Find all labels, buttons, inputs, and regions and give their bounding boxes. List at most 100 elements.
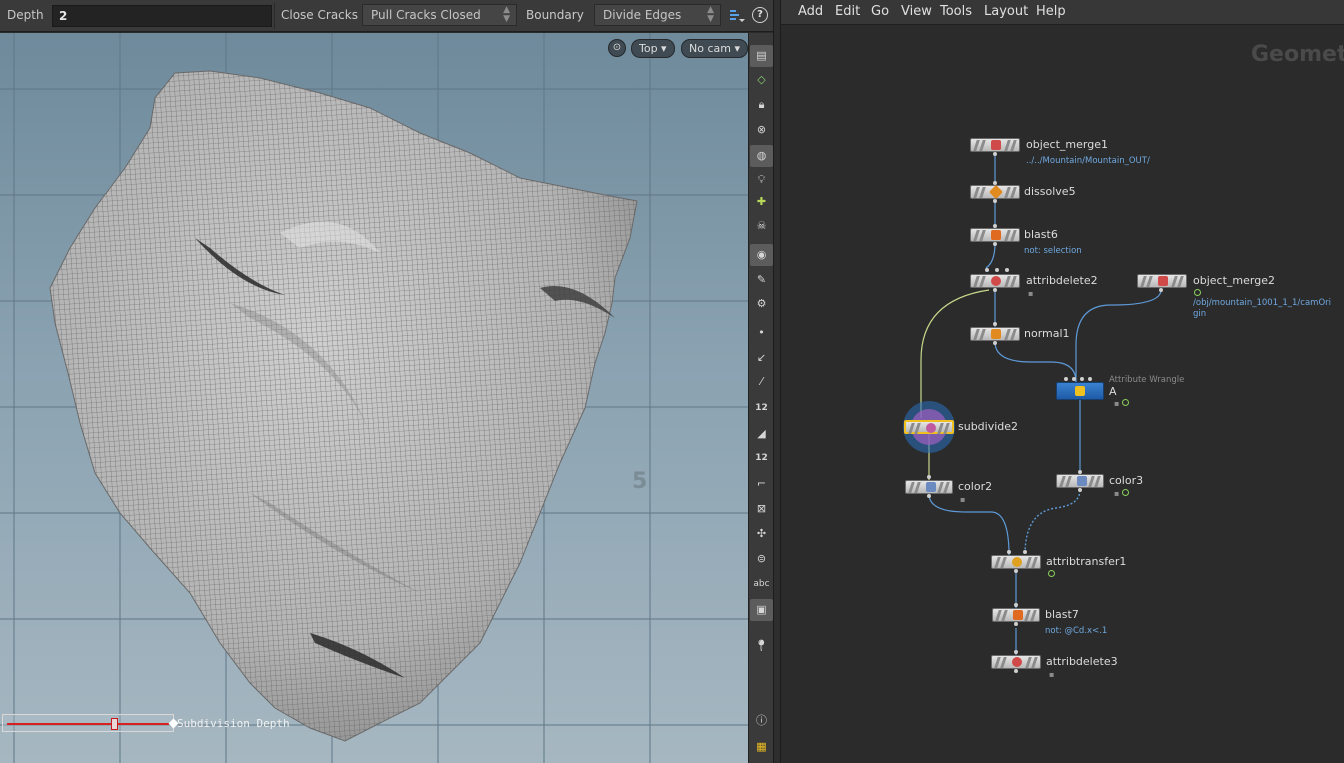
node-color2[interactable] <box>905 480 953 494</box>
pin-icon[interactable]: 📍︎ <box>750 635 773 657</box>
pick-icon[interactable]: ⁄ <box>750 371 773 393</box>
add-light-icon[interactable]: ✚ <box>750 191 773 213</box>
ghost-icon[interactable]: ◍ <box>750 145 773 167</box>
input-connector[interactable] <box>1014 603 1018 607</box>
angle-icon[interactable]: ⌐ <box>750 473 773 495</box>
wireframe-icon[interactable]: ◇ <box>750 69 773 91</box>
normal-icon[interactable]: ↙ <box>750 347 773 369</box>
paint-icon[interactable]: ◢ <box>750 423 773 445</box>
output-connector[interactable] <box>993 242 997 246</box>
lock-icon[interactable]: 🔒︎ <box>750 94 773 116</box>
slider-label: Subdivision Depth <box>177 717 290 730</box>
info-icon[interactable]: ⓘ <box>750 710 773 732</box>
input-connector[interactable] <box>1072 377 1076 381</box>
node-blast6[interactable] <box>970 228 1020 242</box>
sphere-icon[interactable]: ◉ <box>750 244 773 266</box>
input-connector[interactable] <box>1088 377 1092 381</box>
input-connector[interactable] <box>1080 377 1084 381</box>
node-name: object_merge1 <box>1026 138 1108 151</box>
input-connector[interactable] <box>985 268 989 272</box>
help-icon[interactable]: ? <box>752 7 768 23</box>
input-connector[interactable] <box>1023 550 1027 554</box>
object-merge-icon <box>1158 276 1168 286</box>
normal-icon <box>991 329 1001 339</box>
light-icon[interactable]: 💡︎ <box>750 169 773 191</box>
lock-flag-icon: ▪ <box>1114 399 1120 408</box>
subdivision-depth-slider[interactable] <box>2 714 179 732</box>
close-cracks-dropdown[interactable]: Pull Cracks Closed ▲ ▼ <box>362 4 517 26</box>
boundary-label: Boundary <box>526 8 584 22</box>
node-attribdelete2[interactable] <box>970 274 1020 288</box>
joint-icon[interactable]: ✣ <box>750 523 773 545</box>
node-name: blast6 <box>1024 228 1058 241</box>
camera-label: No cam <box>689 42 731 55</box>
node-color3[interactable] <box>1056 474 1104 488</box>
camera-icon[interactable]: ✎ <box>750 269 773 291</box>
close-cracks-value: Pull Cracks Closed <box>371 8 481 22</box>
input-connector[interactable] <box>1078 470 1082 474</box>
output-connector[interactable] <box>993 152 997 156</box>
output-connector[interactable] <box>993 288 997 292</box>
input-connector[interactable] <box>1014 650 1018 654</box>
input-connector[interactable] <box>927 475 931 479</box>
pane-splitter[interactable] <box>773 0 781 763</box>
node-comment: not: selection <box>1024 246 1082 256</box>
input-connector[interactable] <box>1064 377 1068 381</box>
object-merge-icon <box>991 140 1001 150</box>
output-connector[interactable] <box>1014 569 1018 573</box>
display-flag-icon <box>1122 399 1129 406</box>
lock-view-icon[interactable]: ⊙ <box>608 39 626 57</box>
display-flag-icon <box>1048 570 1055 577</box>
node-object-merge2[interactable] <box>1137 274 1187 288</box>
list-options-icon[interactable] <box>729 8 745 22</box>
node-attribtransfer1[interactable] <box>991 555 1041 569</box>
node-name: attribtransfer1 <box>1046 555 1127 568</box>
output-connector[interactable] <box>927 494 931 498</box>
input-connector[interactable] <box>993 224 997 228</box>
node-blast7[interactable] <box>992 608 1040 622</box>
output-connector[interactable] <box>1078 488 1082 492</box>
point-icon[interactable]: • <box>750 322 773 344</box>
number-12-icon[interactable]: 12 <box>750 397 773 419</box>
input-connector[interactable] <box>1005 268 1009 272</box>
abc-icon[interactable]: abc <box>750 573 773 595</box>
node-normal1[interactable] <box>970 327 1020 341</box>
lock-flag-icon: ▪ <box>1114 489 1120 498</box>
grid-icon[interactable]: ▦ <box>750 736 773 758</box>
node-comment: not: @Cd.x<.1 <box>1045 626 1108 636</box>
node-name: color3 <box>1109 474 1144 487</box>
network-editor[interactable]: Add Edit Go View Tools Layout Help Geome… <box>781 0 1344 763</box>
view-dropdown[interactable]: Top ▾ <box>631 39 675 58</box>
image-icon[interactable]: ▣ <box>750 599 773 621</box>
output-connector[interactable] <box>993 199 997 203</box>
lock-flag-icon: ▪ <box>1049 670 1055 679</box>
input-connector[interactable] <box>995 268 999 272</box>
boundary-value: Divide Edges <box>603 8 682 22</box>
output-connector[interactable] <box>1014 622 1018 626</box>
output-connector[interactable] <box>1159 288 1163 292</box>
node-object-merge1[interactable] <box>970 138 1020 152</box>
input-connector[interactable] <box>993 322 997 326</box>
node-attribdelete3[interactable] <box>991 655 1041 669</box>
depth-field[interactable]: 2 <box>52 5 272 27</box>
output-connector[interactable] <box>1014 669 1018 673</box>
camera-dropdown[interactable]: No cam ▾ <box>681 39 748 58</box>
scene-viewport[interactable]: ⊙ Top ▾ No cam ▾ 5 Subdivision Depth <box>0 33 748 763</box>
input-connector[interactable] <box>993 181 997 185</box>
input-connector[interactable] <box>1007 550 1011 554</box>
slider-handle[interactable] <box>111 718 118 730</box>
skull-icon[interactable]: ☠ <box>750 215 773 237</box>
output-connector[interactable] <box>993 341 997 345</box>
display-options-icon[interactable]: ▤ <box>750 45 773 67</box>
node-subdivide2[interactable] <box>904 420 954 434</box>
node-dissolve5[interactable] <box>970 184 1020 200</box>
blast-icon <box>991 230 1001 240</box>
node-attribute-wrangle-a[interactable] <box>1056 382 1104 400</box>
camera-settings-icon[interactable]: ⚙ <box>750 293 773 315</box>
snap-icon[interactable]: ⊠ <box>750 498 773 520</box>
number-12-bold-icon[interactable]: 12 <box>750 447 773 469</box>
boundary-dropdown[interactable]: Divide Edges ▲ ▼ <box>594 4 721 26</box>
list-icon[interactable]: ⊜ <box>750 548 773 570</box>
close-icon[interactable]: ⊗ <box>750 119 773 141</box>
subdivide-icon <box>926 423 936 433</box>
